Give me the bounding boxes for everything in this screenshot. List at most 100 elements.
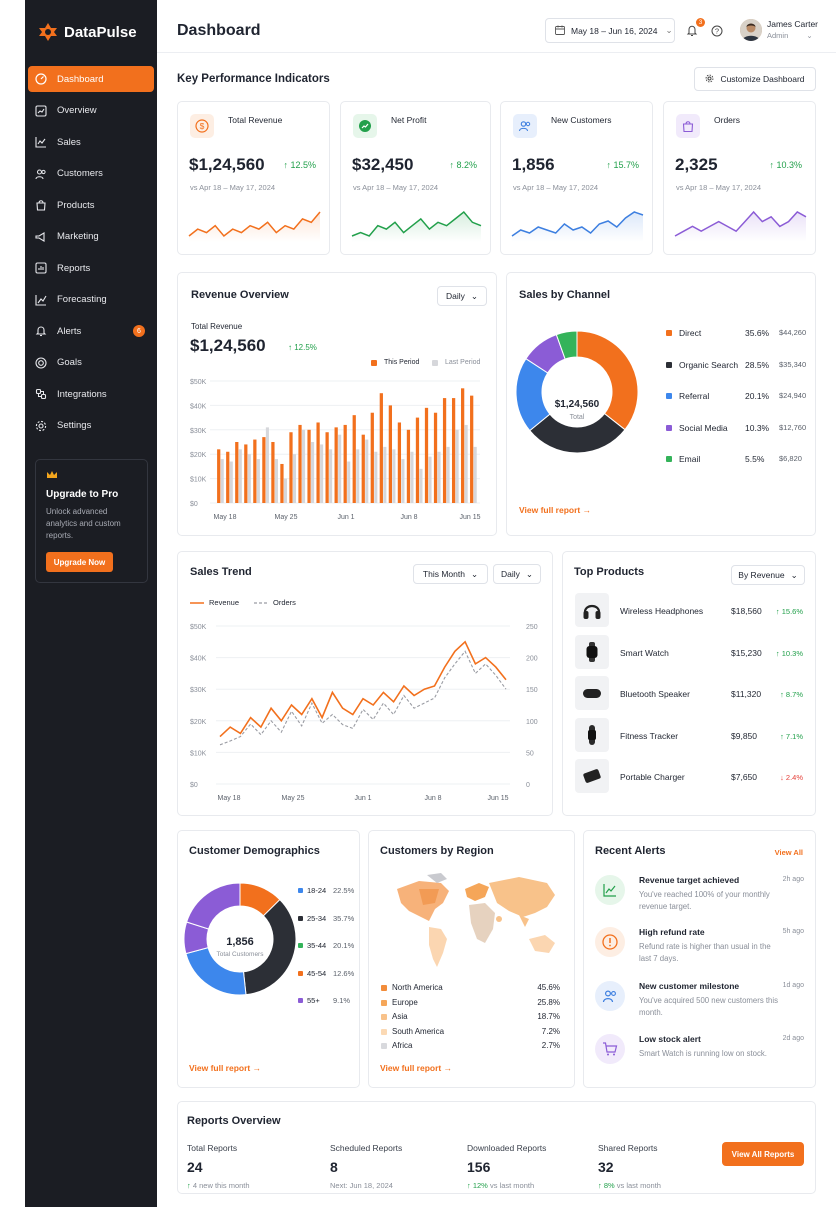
kpi-card-orders[interactable]: Orders 2,325 ↑ 10.3% vs Apr 18 – May 17,…	[663, 101, 816, 255]
region-name: North America	[392, 983, 443, 992]
recent-alerts-card: Recent Alerts View All Revenue target ac…	[583, 830, 816, 1088]
view-full-report-link[interactable]: View full report →	[189, 1063, 261, 1073]
sidebar-item-label: Products	[57, 199, 95, 211]
sales-trend-range-select[interactable]: This Month ⌄	[413, 564, 488, 584]
sidebar-item-forecasting[interactable]: Forecasting	[28, 287, 154, 313]
fitness-tracker-icon	[575, 717, 609, 752]
alert-title[interactable]: New customer milestone	[639, 981, 739, 991]
y2-tick-label: 0	[526, 782, 530, 789]
sidebar-item-overview[interactable]: Overview	[28, 98, 154, 124]
shopping-bag-icon	[676, 114, 700, 138]
sidebar-item-marketing[interactable]: Marketing	[28, 224, 154, 250]
sparkline-area	[512, 212, 643, 242]
x-tick-label: Jun 1	[337, 514, 354, 521]
bar-last-period	[365, 439, 369, 503]
age-group-pct: 9.1%	[333, 996, 351, 1005]
product-name[interactable]: Wireless Headphones	[620, 606, 703, 616]
cart-icon	[595, 1034, 625, 1064]
bell-icon	[35, 325, 47, 337]
alert-title[interactable]: Revenue target achieved	[639, 875, 739, 885]
view-all-reports-button[interactable]: View All Reports	[722, 1142, 804, 1166]
product-name[interactable]: Bluetooth Speaker	[620, 689, 690, 699]
demographics-title: Customer Demographics	[189, 845, 320, 857]
top-products-sort-select[interactable]: By Revenue ⌄	[731, 565, 805, 585]
bar-last-period	[347, 461, 351, 503]
bar-this-period	[298, 424, 302, 503]
product-name[interactable]: Fitness Tracker	[620, 731, 678, 741]
help-button[interactable]: ?	[711, 25, 723, 40]
upgrade-text: Unlock advanced analytics and custom rep…	[46, 507, 121, 540]
sort-value: By Revenue	[738, 570, 785, 580]
age-group-pct: 12.6%	[333, 968, 355, 978]
alert-title[interactable]: Low stock alert	[639, 1034, 701, 1044]
view-full-report-link[interactable]: View full report →	[519, 505, 591, 515]
kpi-card-profit[interactable]: Net Profit $32,450 ↑ 8.2% vs Apr 18 – Ma…	[340, 101, 491, 255]
channel-donut-chart[interactable]	[516, 331, 638, 453]
user-role[interactable]: Admin ⌄	[767, 31, 813, 40]
kpi-comparison: vs Apr 18 – May 17, 2024	[353, 183, 439, 192]
products-icon	[35, 199, 47, 211]
view-full-report-link[interactable]: View full report →	[380, 1063, 452, 1073]
age-group-name: 55+	[307, 996, 320, 1005]
sidebar-item-customers[interactable]: Customers	[28, 161, 154, 187]
channel-amount: $24,940	[779, 391, 807, 400]
product-name[interactable]: Smart Watch	[620, 648, 669, 658]
sidebar-item-alerts[interactable]: Alerts 6	[28, 318, 154, 344]
notifications-button[interactable]	[686, 24, 698, 40]
bar-this-period	[370, 412, 374, 503]
x-tick-label: Jun 15	[487, 795, 508, 802]
kpi-value: $1,24,560	[189, 155, 265, 174]
revenue-period-select[interactable]: Daily ⌄	[437, 286, 487, 306]
sales-trend-line-chart[interactable]: $50K 250 $40K 200 $30K 150 $20K 100 $10K 50 $0 0 May…	[178, 614, 554, 810]
avatar[interactable]	[740, 19, 762, 41]
legend-revenue: Revenue	[190, 598, 239, 607]
regions-title: Customers by Region	[380, 845, 494, 857]
sidebar-item-goals[interactable]: Goals	[28, 350, 154, 376]
donut-slice[interactable]	[186, 883, 241, 930]
bar-this-period	[226, 451, 230, 503]
sidebar-item-reports[interactable]: Reports	[28, 255, 154, 281]
legend-swatch	[381, 985, 387, 991]
revenue-bar-chart[interactable]: $50K $40K $30K $20K $10K $0 May 18 May 25 Jun 1 J…	[178, 369, 498, 529]
legend-swatch	[381, 1014, 387, 1020]
y-tick-label: $10K	[190, 477, 207, 484]
sidebar-item-integrations[interactable]: Integrations	[28, 381, 154, 407]
link-label: View full report	[519, 505, 581, 515]
sidebar-item-sales[interactable]: Sales	[28, 129, 154, 155]
age-group-pct: 22.5%	[333, 886, 355, 895]
sales-trend-period-select[interactable]: Daily ⌄	[493, 564, 541, 584]
view-all-alerts-link[interactable]: View All	[775, 848, 803, 857]
sidebar-item-dashboard[interactable]: Dashboard	[28, 66, 154, 92]
report-sub: ↑ 12% vs last month	[467, 1181, 534, 1190]
datapulse-logo-icon	[38, 22, 58, 42]
kpi-card-revenue[interactable]: $ Total Revenue $1,24,560 ↑ 12.5% vs Apr…	[177, 101, 330, 255]
bar-this-period	[244, 444, 248, 503]
brand[interactable]: DataPulse	[38, 22, 137, 42]
customize-dashboard-button[interactable]: Customize Dashboard	[694, 67, 816, 91]
customers-by-region-card: Customers by Region View full report → N…	[368, 830, 575, 1088]
sidebar-nav: Dashboard Overview Sales Customers Produ…	[28, 66, 154, 444]
x-tick-label: Jun 8	[424, 795, 441, 802]
donut-center-value: $1,24,560	[554, 399, 600, 410]
alert-title[interactable]: High refund rate	[639, 927, 705, 937]
product-name[interactable]: Portable Charger	[620, 772, 685, 782]
upgrade-now-button[interactable]: Upgrade Now	[46, 552, 113, 572]
date-range-picker[interactable]: May 18 – Jun 16, 2024 ⌄	[545, 18, 675, 43]
report-sub: ↑ 8% vs last month	[598, 1181, 661, 1190]
y2-tick-label: 100	[526, 719, 538, 726]
gear-icon	[705, 74, 714, 85]
alert-text: Smart Watch is running low on stock.	[639, 1049, 767, 1058]
bar-this-period	[352, 415, 356, 503]
trend-up-icon	[595, 875, 625, 905]
sidebar-item-products[interactable]: Products	[28, 192, 154, 218]
period-value: Daily	[445, 291, 465, 301]
bar-last-period	[401, 459, 405, 503]
y-tick-label: $30K	[190, 687, 207, 694]
revenue-overview-card: Revenue Overview Daily ⌄ Total Revenue $…	[177, 272, 497, 536]
kpi-card-customers[interactable]: New Customers 1,856 ↑ 15.7% vs Apr 18 – …	[500, 101, 653, 255]
world-map[interactable]	[379, 869, 569, 981]
users-icon	[595, 981, 625, 1011]
sidebar-item-settings[interactable]: Settings	[28, 413, 154, 439]
legend-swatch	[666, 456, 672, 462]
alert-time: 2d ago	[782, 1035, 804, 1042]
